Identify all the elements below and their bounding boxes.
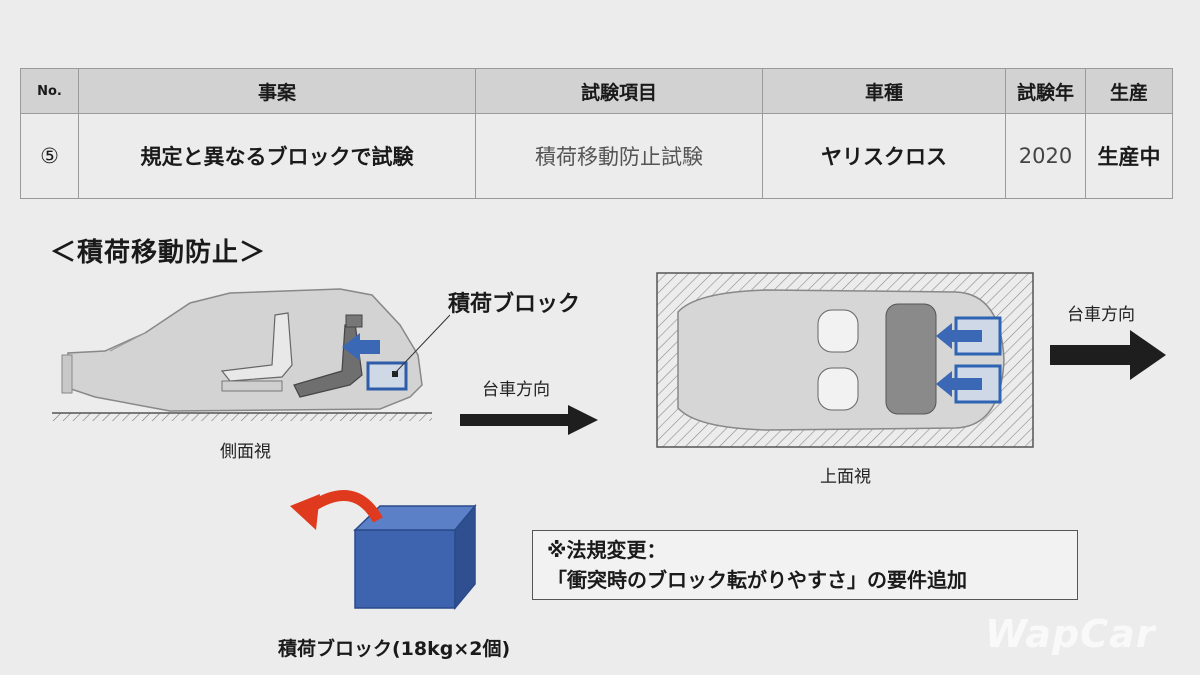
block-caption: 積荷ブロック(18kg×2個) bbox=[278, 638, 511, 660]
front-seat-left bbox=[817, 309, 859, 353]
header-production: 生産 bbox=[1085, 68, 1173, 114]
cell-model: ヤリスクロス bbox=[762, 113, 1006, 199]
front-bumper bbox=[61, 354, 73, 394]
ground-hatch bbox=[52, 413, 432, 421]
header-no: No. bbox=[20, 68, 79, 114]
direction-arrow-side bbox=[460, 405, 598, 435]
section-title: ＜積荷移動防止＞ bbox=[50, 238, 267, 268]
direction-label-top: 台車方向 bbox=[1067, 305, 1135, 325]
cell-case: 規定と異なるブロックで試験 bbox=[78, 113, 476, 199]
rotation-arrowhead bbox=[290, 494, 320, 530]
cell-test-item: 積荷移動防止試験 bbox=[475, 113, 763, 199]
rear-seat-top bbox=[885, 303, 937, 415]
top-view-caption: 上面視 bbox=[820, 467, 871, 487]
note-body: 「衝突時のブロック転がりやすさ」の要件追加 bbox=[547, 568, 967, 592]
header-case: 事案 bbox=[78, 68, 476, 114]
test-info-table: No. 事案 試験項目 車種 試験年 生産 ⑤ 規定と異なるブロックで試験 積荷… bbox=[20, 68, 1173, 199]
header-model: 車種 bbox=[762, 68, 1006, 114]
cell-year: 2020 bbox=[1005, 113, 1086, 199]
cell-production: 生産中 bbox=[1085, 113, 1173, 199]
table-row: ⑤ 規定と異なるブロックで試験 積荷移動防止試験 ヤリスクロス 2020 生産中 bbox=[20, 113, 1173, 199]
cell-no: ⑤ bbox=[20, 113, 79, 199]
side-view-diagram bbox=[52, 288, 450, 421]
seat-rail bbox=[221, 380, 283, 392]
watermark-logo: WapCar bbox=[985, 612, 1156, 656]
front-seat-right bbox=[817, 367, 859, 411]
table-header-row: No. 事案 試験項目 車種 試験年 生産 bbox=[20, 68, 1173, 114]
direction-label-side: 台車方向 bbox=[482, 380, 550, 400]
header-year: 試験年 bbox=[1005, 68, 1086, 114]
header-test-item: 試験項目 bbox=[475, 68, 763, 114]
cube-front bbox=[354, 529, 456, 609]
note-heading: ※法規変更： bbox=[547, 538, 667, 562]
cargo-block-3d bbox=[290, 490, 477, 611]
rotation-arrow bbox=[306, 490, 383, 523]
regulation-note-box: ※法規変更： 「衝突時のブロック転がりやすさ」の要件追加 bbox=[532, 530, 1078, 600]
top-view-diagram bbox=[656, 272, 1034, 448]
side-view-caption: 側面視 bbox=[220, 442, 271, 462]
cargo-block-label: 積荷ブロック bbox=[448, 292, 581, 317]
direction-arrow-top bbox=[1050, 330, 1166, 380]
